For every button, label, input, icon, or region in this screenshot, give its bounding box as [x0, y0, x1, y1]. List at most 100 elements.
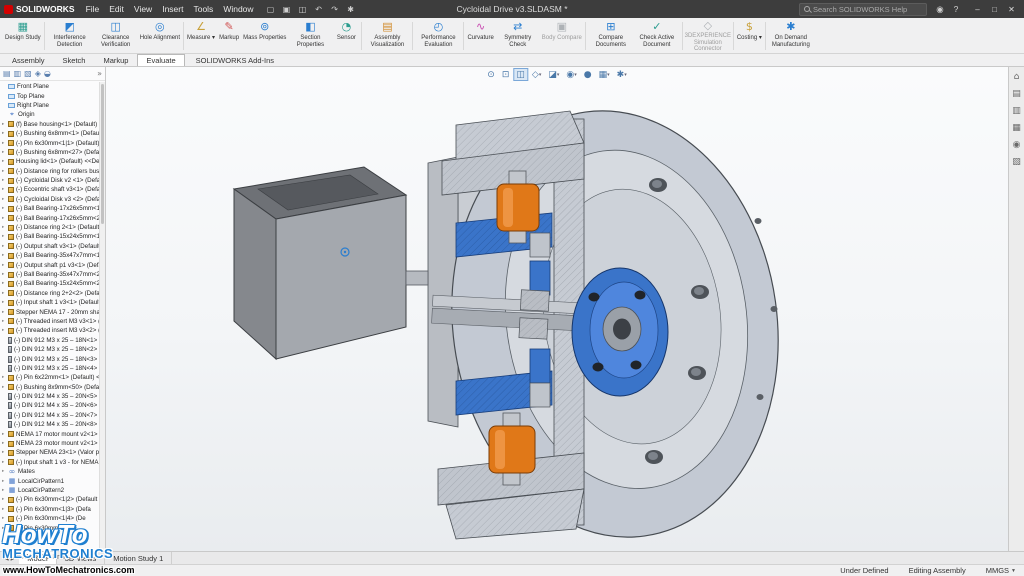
- tool-costing[interactable]: $Costing ▾: [736, 19, 763, 53]
- tab-markup[interactable]: Markup: [94, 54, 137, 66]
- redo-icon[interactable]: ↷: [329, 5, 341, 14]
- save-icon[interactable]: ◫: [297, 5, 309, 14]
- tree-item[interactable]: ⌖Origin: [0, 110, 99, 119]
- open-icon[interactable]: ▣: [281, 5, 293, 14]
- expand-caret-icon[interactable]: ▸: [2, 460, 7, 465]
- tree-item[interactable]: ▸(-) Threaded insert M3 v3<1> (Defau: [0, 317, 99, 326]
- tree-item[interactable]: ▸(-) Output shaft v3<1> (Default) <: [0, 242, 99, 251]
- tree-item[interactable]: (-) DIN 912 M3 x 25 – 18N<3> (DIN: [0, 354, 99, 363]
- tree-item[interactable]: ▸(-) Cycloidal Disk v2 <1> (Default) <: [0, 176, 99, 185]
- tree-item[interactable]: (-) DIN 912 M3 x 25 – 18N<1> (DIN: [0, 336, 99, 345]
- maximize-button[interactable]: □: [986, 5, 1003, 14]
- expand-caret-icon[interactable]: ▸: [2, 319, 7, 324]
- tree-item[interactable]: ▸(-) Input shaft 1 v3<1> (Default) <: [0, 298, 99, 307]
- flyout-expand-icon[interactable]: »: [97, 69, 102, 78]
- tree-item[interactable]: ▸(-) Pin 6x30mm<1|1> (Default) <: [0, 138, 99, 147]
- tab-assembly[interactable]: Assembly: [3, 54, 54, 66]
- tree-scrollbar-thumb[interactable]: [101, 84, 104, 224]
- tree-item[interactable]: ▸(-) Input shaft 1 v3 - for NEMA 23<1>: [0, 458, 99, 467]
- menu-view[interactable]: View: [129, 4, 157, 14]
- tree-item[interactable]: ▸(-) Ball Bearing-15x24x5mm<1> (B: [0, 232, 99, 241]
- expand-caret-icon[interactable]: ▸: [2, 244, 7, 249]
- expand-caret-icon[interactable]: ▸: [2, 469, 7, 474]
- tool-symmetry-check[interactable]: ⇄Symmetry Check: [495, 19, 541, 53]
- tool-hole-alignment[interactable]: ◎Hole Alignment: [139, 19, 181, 53]
- tree-item[interactable]: ▸(-) Ball Bearing-35x47x7mm<2> (B: [0, 270, 99, 279]
- tree-item[interactable]: ▸Housing lid<1> (Default) <<Default: [0, 157, 99, 166]
- tool-interference-detection[interactable]: ◩Interference Detection: [47, 19, 93, 53]
- tree-item[interactable]: ▸Stepper NEMA 17 - 20mm shaft v2: [0, 307, 99, 316]
- resources-icon[interactable]: ⌂: [1014, 72, 1020, 82]
- expand-caret-icon[interactable]: ▸: [2, 216, 7, 221]
- expand-caret-icon[interactable]: ▸: [2, 328, 7, 333]
- tree-item[interactable]: (-) DIN 912 M4 x 35 – 20N<6> (DIN: [0, 401, 99, 410]
- tree-item[interactable]: (-) DIN 912 M3 x 25 – 18N<2> (DIN: [0, 345, 99, 354]
- edit-appearance-icon[interactable]: ●: [581, 68, 595, 81]
- expand-caret-icon[interactable]: ▸: [2, 291, 7, 296]
- tree-item[interactable]: ▸(-) Threaded insert M3 v3<2> (Defau: [0, 326, 99, 335]
- expand-caret-icon[interactable]: ▸: [2, 310, 7, 315]
- propertymanager-tab-icon[interactable]: ▥: [14, 69, 22, 78]
- menu-insert[interactable]: Insert: [157, 4, 188, 14]
- tree-item[interactable]: ▸(-) Pin 6x30mm<1|2> (Default: [0, 495, 99, 504]
- expand-caret-icon[interactable]: ▸: [2, 432, 7, 437]
- expand-caret-icon[interactable]: ▸: [2, 169, 7, 174]
- tool-compare-documents[interactable]: ⊞Compare Documents: [588, 19, 634, 53]
- tree-item[interactable]: ▸▦LocalCirPattern1: [0, 476, 99, 485]
- tree-item[interactable]: ▸∞Mates: [0, 467, 99, 476]
- expand-caret-icon[interactable]: ▸: [2, 187, 7, 192]
- user-account-icon[interactable]: ◉: [933, 4, 947, 15]
- zoom-fit-icon[interactable]: ⊙: [484, 68, 498, 81]
- expand-caret-icon[interactable]: ▸: [2, 507, 7, 512]
- appearances-scenes-icon[interactable]: ◉: [1013, 140, 1021, 150]
- tree-item[interactable]: ▸(-) Ball Bearing-17x26x5mm<2> (Bal: [0, 213, 99, 222]
- tree-item[interactable]: (-) DIN 912 M4 x 35 – 20N<7> (DIN: [0, 411, 99, 420]
- expand-caret-icon[interactable]: ▸: [2, 159, 7, 164]
- expand-caret-icon[interactable]: ▸: [2, 178, 7, 183]
- tree-item[interactable]: ▸(-) Distance ring 2<1> (Default) <<D: [0, 223, 99, 232]
- expand-caret-icon[interactable]: ▸: [2, 272, 7, 277]
- menu-tools[interactable]: Tools: [188, 4, 218, 14]
- dimxpert-tab-icon[interactable]: ◈: [35, 69, 41, 78]
- tree-item[interactable]: ▸(-) Pin 6x22mm<1> (Default) <<D: [0, 373, 99, 382]
- tree-item[interactable]: ▸(-) Output shaft p1 v3<1> (Default): [0, 260, 99, 269]
- view-orientation-icon[interactable]: ◇▾: [529, 68, 544, 81]
- tool-clearance-verification[interactable]: ◫Clearance Verification: [93, 19, 139, 53]
- tool-markup[interactable]: ✎Markup: [216, 19, 242, 53]
- tree-item[interactable]: ▸Stepper NEMA 23<1> (Valor predete: [0, 448, 99, 457]
- tool-mass-properties[interactable]: ⊚Mass Properties: [242, 19, 287, 53]
- close-button[interactable]: ✕: [1003, 5, 1020, 14]
- tree-item[interactable]: ▸(-) Pin 6x30mm<1|3> (Defa: [0, 505, 99, 514]
- tool-assembly-visualization[interactable]: ▤Assembly Visualization: [364, 19, 410, 53]
- expand-caret-icon[interactable]: ▸: [2, 526, 7, 531]
- help-icon[interactable]: ?: [949, 4, 963, 15]
- menu-window[interactable]: Window: [218, 4, 258, 14]
- configurationmanager-tab-icon[interactable]: ▧: [24, 69, 32, 78]
- units-selector[interactable]: MMGS ▼: [986, 566, 1016, 575]
- tool-sensor[interactable]: ◔Sensor: [333, 19, 359, 53]
- new-document-icon[interactable]: ▢: [265, 5, 277, 14]
- view-settings-icon[interactable]: ✱▾: [614, 68, 630, 81]
- model-3d-view[interactable]: [106, 67, 1008, 551]
- expand-caret-icon[interactable]: ▸: [2, 197, 7, 202]
- tree-item[interactable]: ▸(-) Bushing 6x8mm<27> (Defau: [0, 148, 99, 157]
- undo-icon[interactable]: ↶: [313, 5, 325, 14]
- view-palette-icon[interactable]: ▦: [1012, 123, 1021, 133]
- expand-caret-icon[interactable]: ▸: [2, 234, 7, 239]
- tree-item[interactable]: ▸(-) Cycloidal Disk v3 <2> (Default) <: [0, 195, 99, 204]
- tree-item[interactable]: ▸(-) Pin 6x30mm<1|5>: [0, 523, 99, 532]
- custom-properties-icon[interactable]: ▧: [1012, 157, 1021, 167]
- tree-item[interactable]: ▸(-) Ball Bearing-15x24x5mm<2> (B: [0, 279, 99, 288]
- tree-item[interactable]: ▸(-) Bushing 8x9mm<50> (Default): [0, 383, 99, 392]
- expand-caret-icon[interactable]: ▸: [2, 441, 7, 446]
- tab-sketch[interactable]: Sketch: [54, 54, 95, 66]
- hide-show-items-icon[interactable]: ◉▾: [563, 68, 579, 81]
- tree-item[interactable]: (-) DIN 912 M4 x 35 – 20N<8> (DIN: [0, 420, 99, 429]
- expand-caret-icon[interactable]: ▸: [2, 497, 7, 502]
- expand-caret-icon[interactable]: ▸: [2, 281, 7, 286]
- tree-item[interactable]: ▸(-) Distance ring for rollers bushings: [0, 167, 99, 176]
- tree-item[interactable]: (-) DIN 912 M4 x 35 – 20N<5> (DIN: [0, 392, 99, 401]
- tool-curvature[interactable]: ∿Curvature: [466, 19, 494, 53]
- expand-caret-icon[interactable]: ▸: [2, 150, 7, 155]
- tree-item[interactable]: ▸(-) Ball Bearing-17x26x5mm<1> (Bal: [0, 204, 99, 213]
